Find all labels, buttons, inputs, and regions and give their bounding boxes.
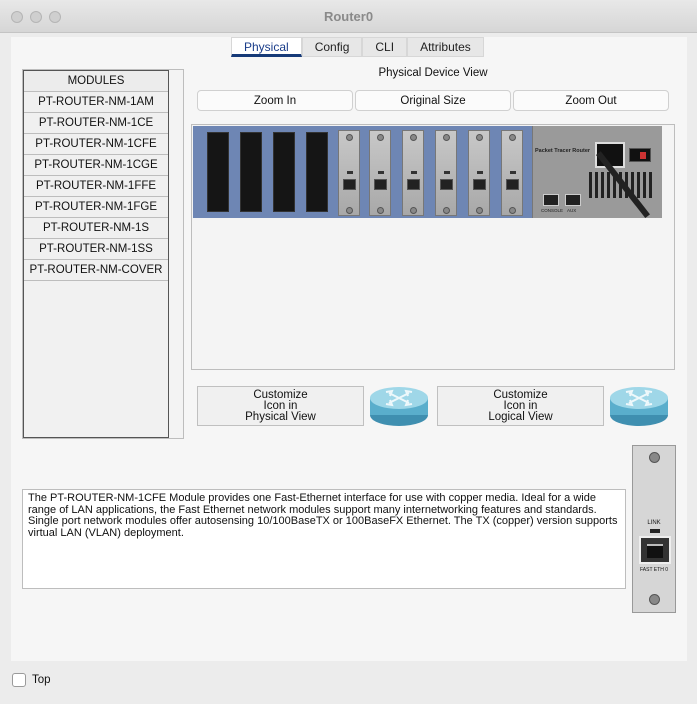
network-module-card[interactable] bbox=[501, 130, 523, 216]
screw-icon bbox=[410, 134, 417, 141]
ethernet-port[interactable] bbox=[506, 179, 519, 190]
module-preview: LINK FAST ETH 0 bbox=[632, 445, 676, 613]
ethernet-port[interactable] bbox=[473, 179, 486, 190]
title-bar: Router0 bbox=[0, 0, 697, 33]
router-dialog-window: Router0 Physical Config CLI Attributes M… bbox=[0, 0, 697, 704]
ethernet-port[interactable] bbox=[440, 179, 453, 190]
physical-device-view-label: Physical Device View bbox=[378, 67, 488, 79]
router-logical-icon bbox=[610, 387, 668, 426]
module-item-nm-cover[interactable]: PT-ROUTER-NM-COVER bbox=[24, 260, 168, 281]
tab-physical[interactable]: Physical bbox=[231, 37, 302, 57]
screw-icon bbox=[649, 594, 660, 605]
top-label: Top bbox=[32, 674, 51, 686]
module-item-nm-1ss[interactable]: PT-ROUTER-NM-1SS bbox=[24, 239, 168, 260]
screw-icon bbox=[476, 134, 483, 141]
empty-slot[interactable] bbox=[207, 132, 229, 212]
router-physical-icon bbox=[370, 387, 428, 426]
customize-logical-line-3: Logical View bbox=[488, 411, 553, 423]
module-description: The PT-ROUTER-NM-1CFE Module provides on… bbox=[22, 489, 626, 589]
screw-icon bbox=[346, 134, 353, 141]
power-switch[interactable] bbox=[629, 148, 651, 162]
ethernet-port[interactable] bbox=[407, 179, 420, 190]
router-chassis bbox=[193, 126, 535, 218]
link-led bbox=[378, 171, 384, 174]
screw-icon bbox=[410, 207, 417, 214]
network-module-card[interactable] bbox=[338, 130, 360, 216]
port-label: FAST ETH 0 bbox=[640, 567, 668, 573]
original-size-button[interactable]: Original Size bbox=[355, 90, 511, 111]
customize-physical-icon-button[interactable]: Customize Icon in Physical View bbox=[197, 386, 364, 426]
ethernet-port[interactable] bbox=[343, 179, 356, 190]
network-module-card[interactable] bbox=[369, 130, 391, 216]
aux-port[interactable] bbox=[565, 194, 581, 206]
customize-logical-icon-button[interactable]: Customize Icon in Logical View bbox=[437, 386, 604, 426]
screw-icon bbox=[377, 207, 384, 214]
screw-icon bbox=[346, 207, 353, 214]
module-item-nm-1ffe[interactable]: PT-ROUTER-NM-1FFE bbox=[24, 176, 168, 197]
screw-icon bbox=[649, 452, 660, 463]
module-item-nm-1ce[interactable]: PT-ROUTER-NM-1CE bbox=[24, 113, 168, 134]
module-item-nm-1am[interactable]: PT-ROUTER-NM-1AM bbox=[24, 92, 168, 113]
link-led bbox=[444, 171, 450, 174]
module-item-nm-1fge[interactable]: PT-ROUTER-NM-1FGE bbox=[24, 197, 168, 218]
tab-cli[interactable]: CLI bbox=[362, 37, 408, 57]
network-module-card[interactable] bbox=[468, 130, 490, 216]
screw-icon bbox=[509, 134, 516, 141]
empty-slot[interactable] bbox=[273, 132, 295, 212]
link-led bbox=[411, 171, 417, 174]
tab-config[interactable]: Config bbox=[301, 37, 363, 57]
console-port-label: CONSOLE bbox=[541, 208, 564, 213]
screw-icon bbox=[443, 207, 450, 214]
module-item-nm-1s[interactable]: PT-ROUTER-NM-1S bbox=[24, 218, 168, 239]
physical-device-view[interactable]: Packet Tracer Router CONSOLE AUX bbox=[191, 124, 675, 370]
zoom-controls: Zoom In Original Size Zoom Out bbox=[197, 90, 669, 111]
zoom-out-button[interactable]: Zoom Out bbox=[513, 90, 669, 111]
link-led bbox=[347, 171, 353, 174]
modules-header: MODULES bbox=[24, 71, 168, 92]
screw-icon bbox=[443, 134, 450, 141]
router-brand-label: Packet Tracer Router bbox=[535, 148, 591, 154]
aux-port-label: AUX bbox=[567, 208, 577, 213]
modules-panel: MODULES PT-ROUTER-NM-1AM PT-ROUTER-NM-1C… bbox=[22, 69, 184, 439]
ethernet-port-icon bbox=[639, 536, 671, 564]
network-module-card[interactable] bbox=[435, 130, 457, 216]
empty-slot[interactable] bbox=[306, 132, 328, 212]
window-title: Router0 bbox=[323, 9, 374, 24]
link-led bbox=[477, 171, 483, 174]
tab-bar: Physical Config CLI Attributes bbox=[231, 37, 484, 57]
console-port[interactable] bbox=[543, 194, 559, 206]
modules-list[interactable]: MODULES PT-ROUTER-NM-1AM PT-ROUTER-NM-1C… bbox=[23, 70, 169, 438]
module-item-nm-1cfe[interactable]: PT-ROUTER-NM-1CFE bbox=[24, 134, 168, 155]
tab-attributes[interactable]: Attributes bbox=[407, 37, 484, 57]
empty-slot[interactable] bbox=[240, 132, 262, 212]
top-option[interactable]: Top bbox=[12, 673, 51, 687]
main-content: Physical Config CLI Attributes MODULES P… bbox=[11, 37, 687, 661]
link-led bbox=[510, 171, 516, 174]
ethernet-port[interactable] bbox=[374, 179, 387, 190]
customize-physical-line-3: Physical View bbox=[245, 411, 316, 423]
link-led bbox=[650, 529, 660, 533]
top-checkbox[interactable] bbox=[12, 673, 26, 687]
screw-icon bbox=[377, 134, 384, 141]
screw-icon bbox=[476, 207, 483, 214]
module-item-nm-1cge[interactable]: PT-ROUTER-NM-1CGE bbox=[24, 155, 168, 176]
zoom-in-button[interactable]: Zoom In bbox=[197, 90, 353, 111]
network-module-card[interactable] bbox=[402, 130, 424, 216]
screw-icon bbox=[509, 207, 516, 214]
link-label: LINK bbox=[647, 520, 661, 526]
